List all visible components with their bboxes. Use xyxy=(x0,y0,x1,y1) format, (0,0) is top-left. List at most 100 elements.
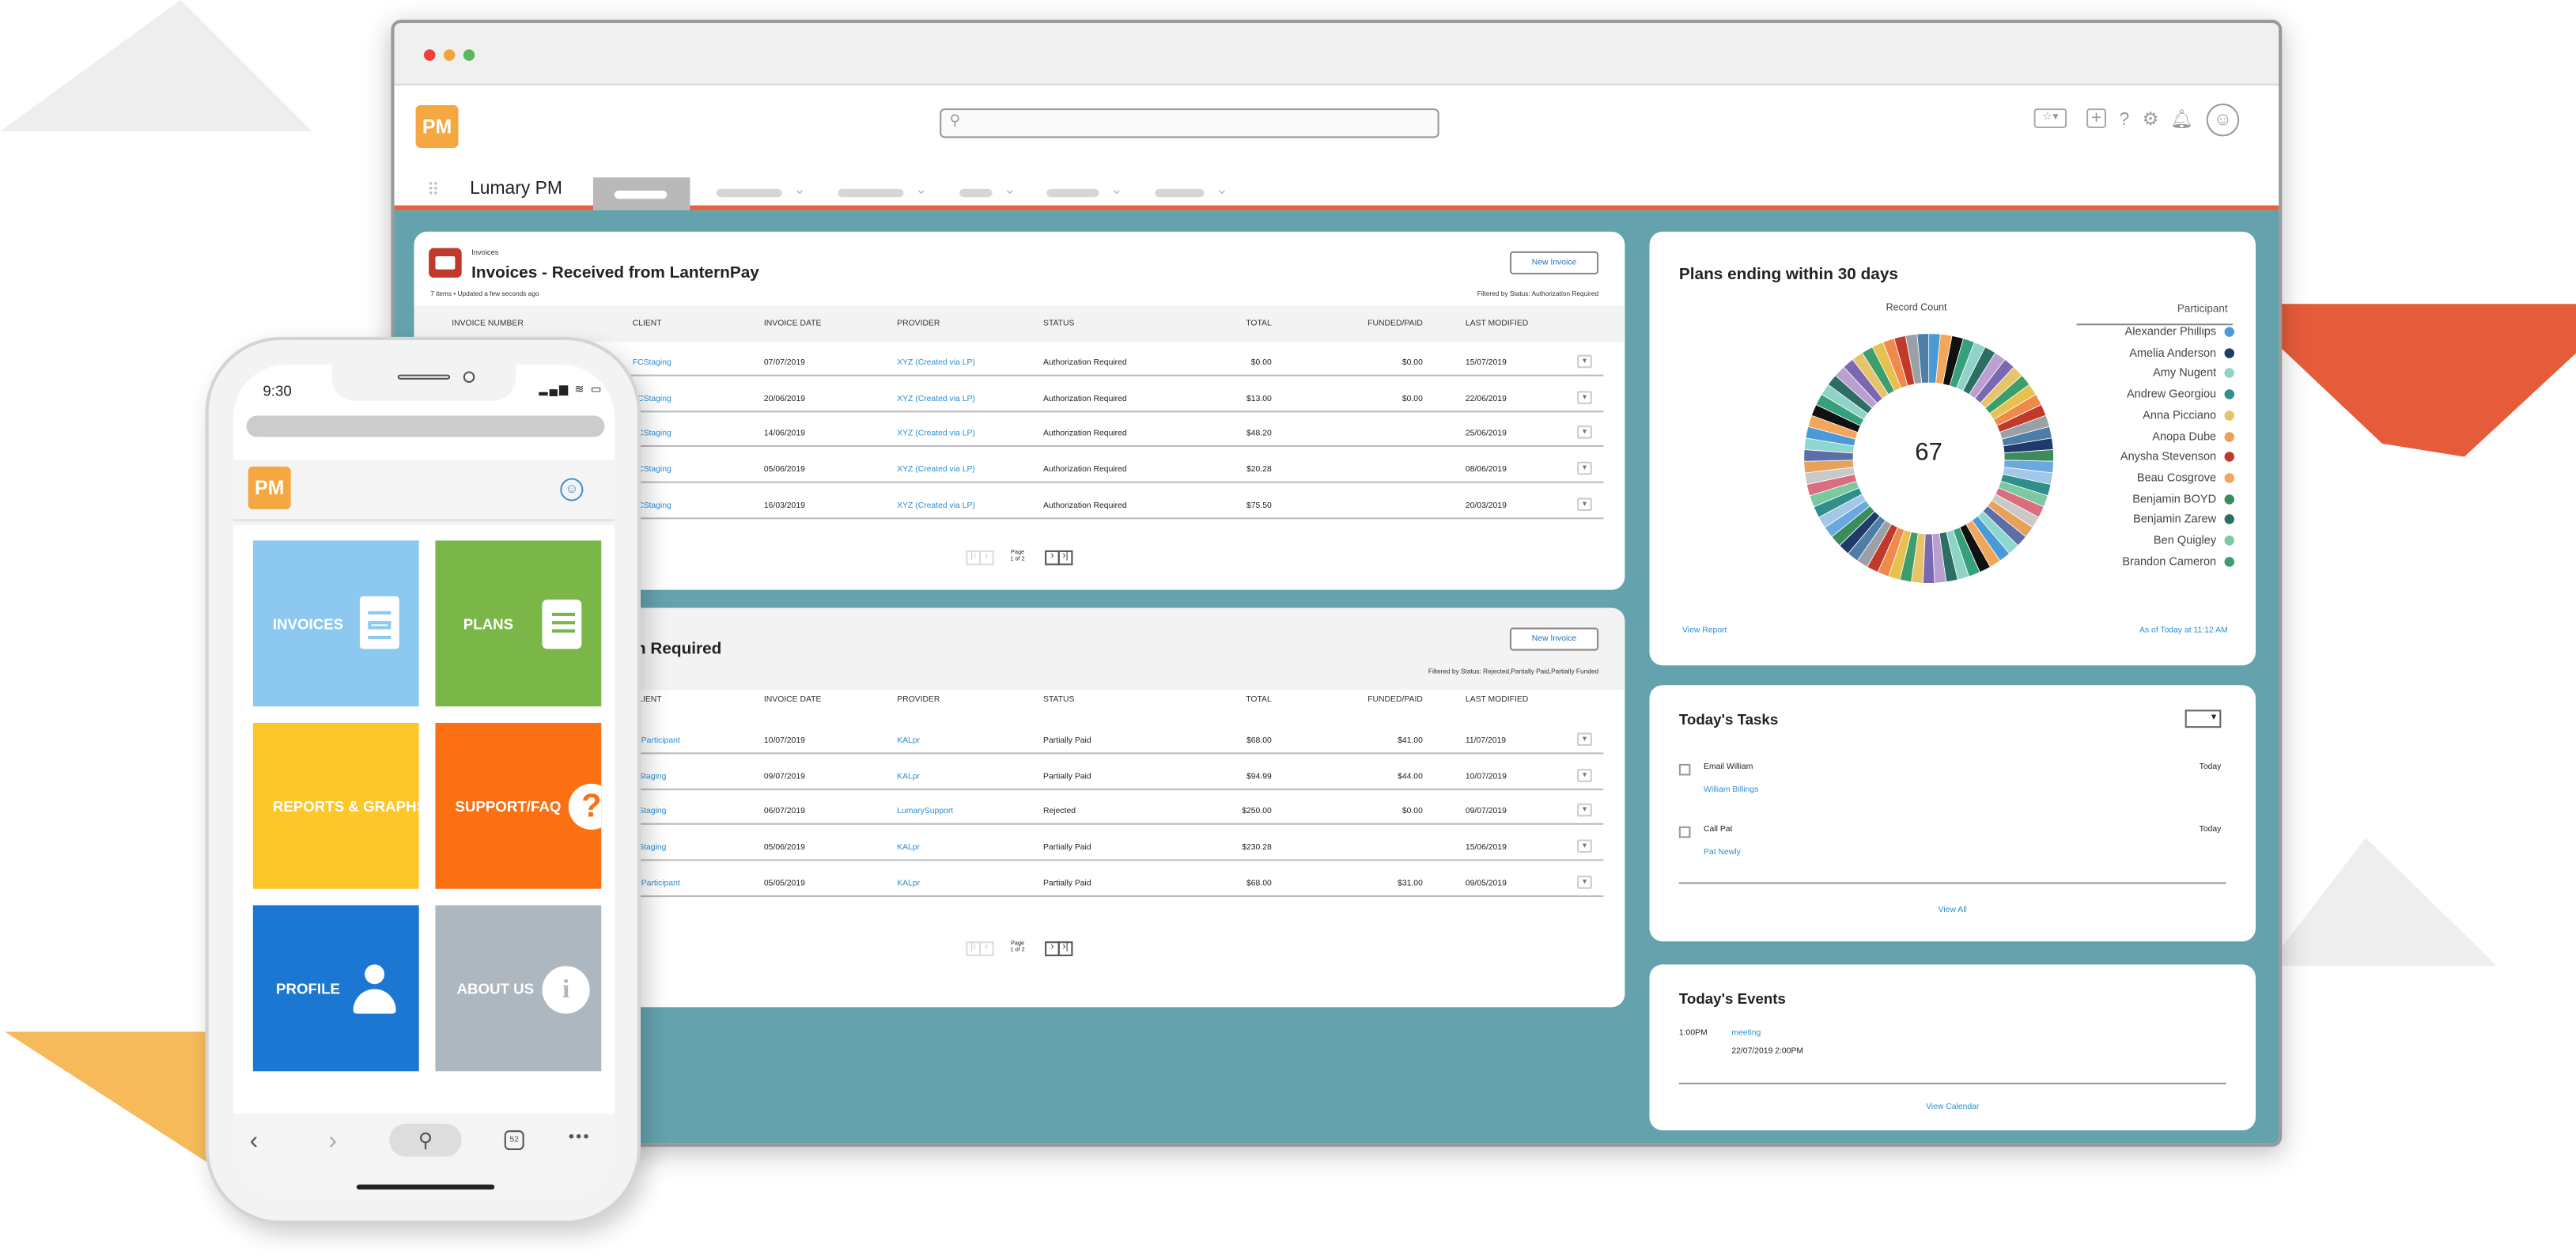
event-name-link[interactable]: meeting xyxy=(1731,1028,1761,1038)
legend-item[interactable]: Benjamin BOYD xyxy=(2132,494,2234,505)
row-actions-dropdown[interactable]: ▾ xyxy=(1577,732,1592,747)
prev-page-button[interactable]: ‹ xyxy=(979,550,994,566)
tabs-count-button[interactable]: 52 xyxy=(504,1130,524,1151)
view-all-tasks-link[interactable]: View All xyxy=(1650,906,2256,915)
app-logo[interactable]: PM xyxy=(248,466,291,509)
nav-tab-4[interactable] xyxy=(959,188,993,198)
add-icon[interactable]: + xyxy=(2086,108,2106,129)
column-header[interactable]: INVOICE DATE xyxy=(764,319,822,328)
row-actions-dropdown[interactable]: ▾ xyxy=(1577,461,1592,475)
task-checkbox[interactable] xyxy=(1678,763,1691,776)
nav-tab-2[interactable] xyxy=(716,188,782,198)
row-actions-dropdown[interactable]: ▾ xyxy=(1577,497,1592,511)
app-logo[interactable]: PM xyxy=(415,104,459,148)
legend-item[interactable]: Andrew Georgiou xyxy=(2127,389,2234,401)
column-header[interactable]: INVOICE NUMBER xyxy=(452,319,524,328)
row-actions-dropdown[interactable]: ▾ xyxy=(1577,390,1592,404)
global-search-input[interactable]: ⚲ xyxy=(940,108,1439,138)
row-actions-dropdown[interactable]: ▾ xyxy=(1577,768,1592,782)
column-header[interactable]: PROVIDER xyxy=(897,695,940,705)
notification-bell-icon[interactable]: 🔔︎ xyxy=(2170,108,2193,131)
column-header[interactable]: FUNDED/PAID xyxy=(1367,319,1423,328)
mobile-phone: 9:30 ▂▄▆ ≋ ▭ PM ☺ INVOICES PLANS REPORTS… xyxy=(205,336,641,1224)
app-name: Lumary PM xyxy=(470,179,562,199)
cell-provider[interactable]: XYZ (Created via LP) xyxy=(897,358,975,368)
cell-provider[interactable]: KALpr xyxy=(897,879,920,888)
row-actions-dropdown[interactable]: ▾ xyxy=(1577,426,1592,440)
task-menu-dropdown[interactable]: ▾ xyxy=(2184,709,2222,728)
search-icon[interactable]: ⚲ xyxy=(389,1123,462,1157)
column-header[interactable]: FUNDED/PAID xyxy=(1367,695,1423,705)
column-header[interactable]: PROVIDER xyxy=(897,319,940,328)
forward-icon[interactable]: › xyxy=(328,1127,336,1155)
legend-item[interactable]: Brandon Cameron xyxy=(2122,556,2234,568)
column-header[interactable]: TOTAL xyxy=(1246,319,1272,328)
column-header[interactable]: INVOICE DATE xyxy=(764,695,822,705)
cell-provider[interactable]: KALpr xyxy=(897,736,920,746)
tile-reports-graphs[interactable]: REPORTS & GRAPHS xyxy=(252,722,426,889)
maximize-window-button[interactable] xyxy=(463,49,475,61)
prev-page-button[interactable]: ‹ xyxy=(979,941,994,956)
column-header[interactable]: CLIENT xyxy=(633,319,662,328)
task-related-link[interactable]: William Billings xyxy=(1704,785,1758,795)
task-checkbox[interactable] xyxy=(1678,826,1691,838)
legend-item[interactable]: Amelia Anderson xyxy=(2129,347,2234,359)
phone-address-bar[interactable] xyxy=(246,415,605,437)
back-icon[interactable]: ‹ xyxy=(250,1127,258,1155)
cell-client[interactable]: FCStaging xyxy=(633,358,671,368)
row-actions-dropdown[interactable]: ▾ xyxy=(1577,839,1592,853)
cell-provider[interactable]: XYZ (Created via LP) xyxy=(897,501,975,510)
tile-profile[interactable]: PROFILE xyxy=(252,905,419,1072)
tab-active[interactable] xyxy=(592,177,690,210)
nav-tab-5[interactable] xyxy=(1046,188,1099,198)
view-report-link[interactable]: View Report xyxy=(1682,626,1727,635)
legend-item[interactable]: Alexander Phillips xyxy=(2125,327,2234,339)
task-related-link[interactable]: Pat Newly xyxy=(1704,848,1741,857)
tile-invoices[interactable]: INVOICES xyxy=(252,540,419,707)
nav-tab-3[interactable] xyxy=(838,188,904,198)
cell-provider[interactable]: XYZ (Created via LP) xyxy=(897,465,975,475)
legend-item[interactable]: Amy Nugent xyxy=(2153,369,2234,380)
close-window-button[interactable] xyxy=(423,49,436,61)
legend-item[interactable]: Anna Picciano xyxy=(2143,410,2234,422)
cell-provider[interactable]: XYZ (Created via LP) xyxy=(897,394,975,403)
cell-provider[interactable]: KALpr xyxy=(897,772,920,781)
cell-modified: 15/06/2019 xyxy=(1465,842,1507,853)
row-actions-dropdown[interactable]: ▾ xyxy=(1577,354,1592,369)
cell-provider[interactable]: KALpr xyxy=(897,843,920,853)
cell-provider[interactable]: XYZ (Created via LP) xyxy=(897,429,975,439)
column-header[interactable]: STATUS xyxy=(1043,695,1074,705)
minimize-window-button[interactable] xyxy=(443,49,456,61)
column-header[interactable]: TOTAL xyxy=(1246,695,1272,705)
row-actions-dropdown[interactable]: ▾ xyxy=(1577,804,1592,818)
legend-item[interactable]: Anysha Stevenson xyxy=(2120,452,2234,463)
tile-label: PLANS xyxy=(463,615,514,633)
view-calendar-link[interactable]: View Calendar xyxy=(1650,1103,2256,1112)
legend-item[interactable]: Anopa Dube xyxy=(2152,431,2234,443)
user-avatar-icon[interactable]: ☺ xyxy=(560,478,584,501)
favorites-star-icon[interactable]: ☆▾ xyxy=(2033,108,2067,129)
more-menu-icon[interactable]: ••• xyxy=(569,1129,591,1147)
row-actions-dropdown[interactable]: ▾ xyxy=(1577,875,1592,889)
cell-provider[interactable]: LumarySupport xyxy=(897,808,953,817)
new-invoice-button[interactable]: New Invoice xyxy=(1509,251,1599,274)
legend-item[interactable]: Beau Cosgrove xyxy=(2137,473,2234,485)
column-header[interactable]: STATUS xyxy=(1043,319,1074,328)
nav-tab-6[interactable] xyxy=(1155,188,1205,198)
plans-ending-card: Plans ending within 30 days Record Count… xyxy=(1649,231,2256,666)
app-launcher-icon[interactable]: ⠿ xyxy=(427,180,450,203)
legend-item[interactable]: Ben Quigley xyxy=(2154,535,2234,547)
marketing-composite: PM ⚲ ☆▾ + ? ⚙ 🔔︎ ☺ ⠿ Lumary PM ⌄ ⌄ ⌄ ⌄ ⌄ xyxy=(0,0,2576,1255)
new-invoice-button[interactable]: New Invoice xyxy=(1509,627,1599,651)
column-header[interactable]: LAST MODIFIED xyxy=(1466,695,1528,705)
user-avatar-icon[interactable]: ☺ xyxy=(2206,103,2240,137)
help-icon[interactable]: ? xyxy=(2116,108,2132,131)
legend-item[interactable]: Benjamin Zarew xyxy=(2133,514,2234,526)
last-page-button[interactable]: ›| xyxy=(1057,941,1073,956)
column-header[interactable]: LAST MODIFIED xyxy=(1466,319,1528,328)
settings-gear-icon[interactable]: ⚙ xyxy=(2141,108,2161,131)
tile-support-faq[interactable]: SUPPORT/FAQ ? xyxy=(435,722,602,889)
tile-about-us[interactable]: ABOUT US i xyxy=(435,905,602,1072)
last-page-button[interactable]: ›| xyxy=(1057,550,1073,566)
tile-plans[interactable]: PLANS xyxy=(435,540,602,707)
